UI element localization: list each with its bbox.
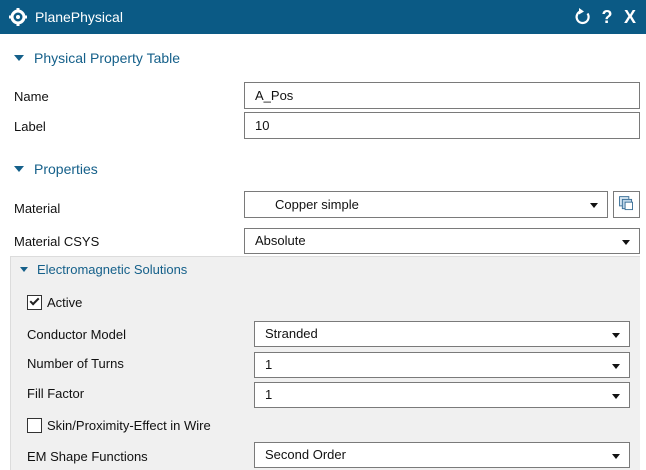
material-csys-value: Absolute [255, 233, 306, 248]
title-bar: PlanePhysical ? X [0, 0, 646, 34]
conductor-model-dropdown[interactable]: Stranded [254, 321, 630, 347]
material-value: Copper simple [275, 197, 359, 212]
close-button[interactable]: X [620, 6, 640, 28]
em-shape-functions-dropdown[interactable]: Second Order [254, 442, 630, 468]
em-shape-functions-label: EM Shape Functions [27, 449, 148, 464]
collapse-triangle-icon [14, 55, 24, 62]
material-label: Material [14, 201, 61, 216]
number-of-turns-value: 1 [265, 357, 273, 372]
fill-factor-field[interactable]: 1 [254, 382, 630, 408]
label-label: Label [14, 119, 46, 134]
material-library-icon [619, 196, 633, 211]
collapse-triangle-icon [14, 166, 24, 173]
number-of-turns-label: Number of Turns [27, 356, 124, 371]
active-label: Active [47, 295, 83, 310]
gear-icon [9, 8, 27, 26]
material-library-button[interactable] [613, 191, 640, 218]
active-checkbox[interactable] [27, 295, 42, 310]
name-field-value: A_Pos [255, 88, 294, 103]
chevron-down-icon [612, 454, 620, 459]
label-field[interactable]: 10 [244, 112, 640, 139]
section-properties-label: Properties [34, 161, 98, 177]
window-title: PlanePhysical [35, 9, 123, 25]
section-properties[interactable]: Properties [14, 159, 98, 179]
section-electromagnetic-solutions-label: Electromagnetic Solutions [37, 262, 188, 277]
chevron-down-icon [622, 240, 630, 245]
section-physical-property-table[interactable]: Physical Property Table [14, 48, 180, 68]
collapse-triangle-icon [20, 267, 28, 273]
material-dropdown[interactable]: Copper simple [244, 191, 608, 218]
material-csys-dropdown[interactable]: Absolute [244, 228, 640, 254]
conductor-model-value: Stranded [265, 326, 318, 341]
em-shape-functions-value: Second Order [265, 447, 346, 462]
label-field-value: 10 [255, 118, 270, 133]
checkmark-icon [29, 295, 40, 306]
chevron-down-icon [612, 364, 620, 369]
name-field[interactable]: A_Pos [244, 82, 640, 109]
material-csys-label: Material CSYS [14, 234, 100, 249]
fill-factor-label: Fill Factor [27, 386, 85, 401]
skin-effect-checkbox[interactable] [27, 418, 42, 433]
section-physical-property-table-label: Physical Property Table [34, 50, 181, 66]
help-button[interactable]: ? [597, 6, 617, 28]
section-electromagnetic-solutions[interactable]: Electromagnetic Solutions [20, 262, 187, 278]
conductor-model-label: Conductor Model [27, 327, 126, 342]
chevron-down-icon [612, 394, 620, 399]
reset-icon[interactable] [573, 6, 593, 28]
fill-factor-value: 1 [265, 387, 273, 402]
chevron-down-icon [590, 203, 598, 208]
name-label: Name [14, 89, 49, 104]
chevron-down-icon [612, 333, 620, 338]
skin-effect-label: Skin/Proximity-Effect in Wire [47, 418, 211, 433]
number-of-turns-field[interactable]: 1 [254, 352, 630, 378]
